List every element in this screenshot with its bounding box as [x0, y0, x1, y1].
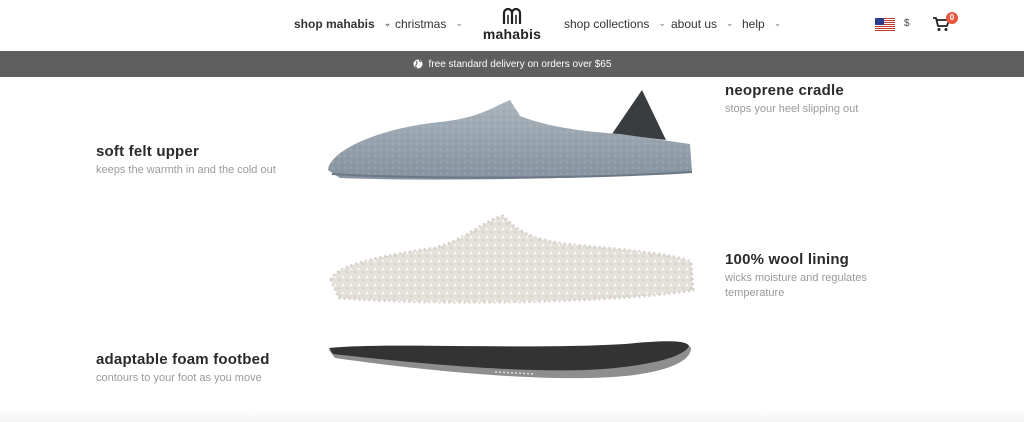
feature-title: soft felt upper [96, 143, 199, 160]
nav-about-us[interactable]: about us ⌄ [671, 17, 734, 31]
nav-label: shop collections [564, 17, 650, 31]
currency-label[interactable]: $ [904, 18, 910, 29]
logo-icon [502, 7, 522, 24]
us-flag-icon[interactable] [875, 18, 895, 31]
site-header: shop mahabis ⌄ christmas ⌄ mahabis shop … [0, 0, 1024, 51]
feature-desc: keeps the warmth in and the cold out [96, 164, 276, 176]
feature-title: 100% wool lining [725, 251, 850, 268]
chevron-down-icon: ⌄ [773, 17, 782, 28]
feature-desc: stops your heel slipping out [725, 103, 859, 115]
feature-desc: contours to your foot as you move [96, 372, 262, 384]
feature-title: adaptable foam footbed [96, 351, 270, 368]
logo-text: mahabis [482, 26, 542, 42]
nav-shop-collections[interactable]: shop collections ⌄ [564, 17, 666, 31]
nav-label: shop mahabis [294, 17, 375, 31]
nav-label: christmas [395, 17, 447, 31]
nav-label: about us [671, 17, 718, 31]
nav-shop-mahabis[interactable]: shop mahabis ⌄ [294, 17, 391, 31]
nav-help[interactable]: help ⌄ [742, 17, 781, 31]
nav-christmas[interactable]: christmas ⌄ [395, 17, 463, 31]
feature-wool-lining: 100% wool lining wicks moisture and regu… [725, 251, 867, 301]
feature-desc: temperature [725, 287, 785, 299]
chevron-down-icon: ⌄ [383, 17, 392, 28]
globe-icon [413, 59, 423, 69]
mahabis-logo[interactable]: mahabis [482, 7, 542, 42]
feature-foam-footbed: adaptable foam footbed contours to your … [96, 351, 270, 386]
promo-text: free standard delivery on orders over $6… [428, 58, 612, 70]
feature-felt-upper: soft felt upper keeps the warmth in and … [96, 143, 276, 178]
cart-count-badge: 0 [946, 12, 958, 24]
wool-lining-image [329, 214, 695, 304]
chevron-down-icon: ⌄ [455, 17, 463, 28]
foam-footbed-image [329, 341, 691, 379]
chevron-down-icon: ⌄ [658, 17, 666, 28]
feature-desc: wicks moisture and regulates [725, 272, 867, 284]
promo-bar: free standard delivery on orders over $6… [0, 51, 1024, 77]
section-divider [0, 408, 1024, 422]
feature-title: neoprene cradle [725, 82, 844, 99]
feature-neoprene-cradle: neoprene cradle stops your heel slipping… [725, 82, 858, 117]
nav-label: help [742, 17, 765, 31]
chevron-down-icon: ⌄ [726, 17, 734, 28]
felt-upper-image [328, 90, 693, 180]
